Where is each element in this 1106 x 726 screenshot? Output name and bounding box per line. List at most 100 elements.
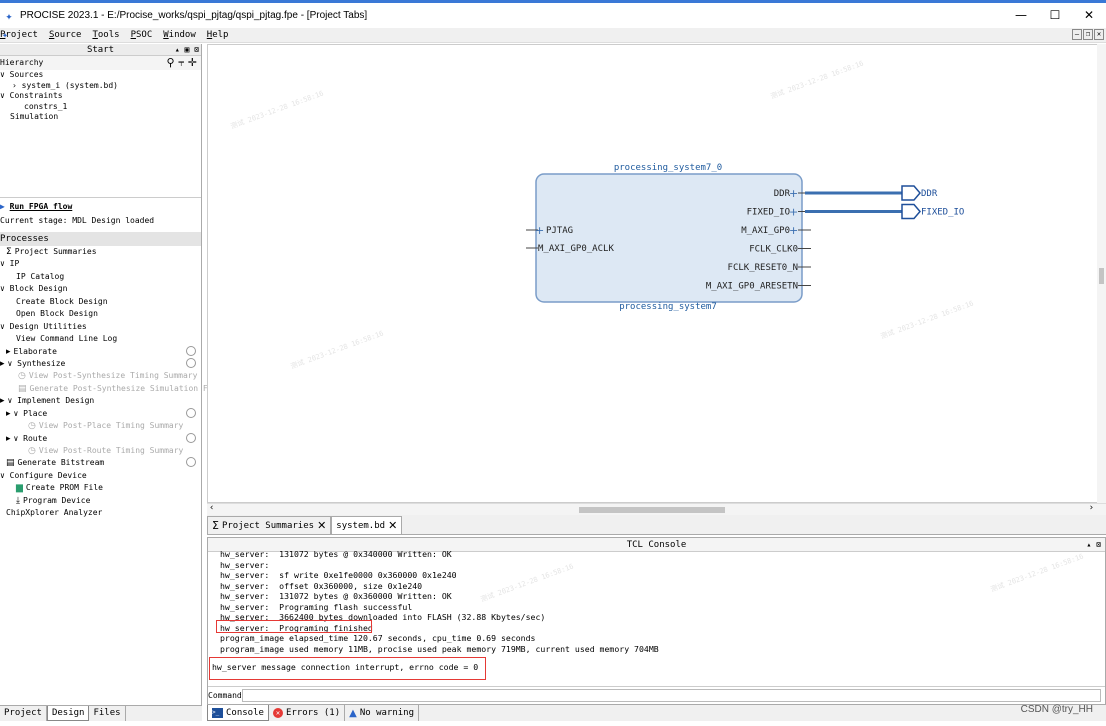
error-icon: ✕: [272, 708, 283, 718]
process-item[interactable]: ▆ Create PROM File: [0, 482, 201, 494]
process-item[interactable]: ◷ View Post-Synthesize Timing Summary: [0, 370, 201, 382]
process-item[interactable]: ▸ ∨ Synthesize: [0, 357, 201, 370]
scroll-right-icon[interactable]: ›: [1089, 503, 1094, 513]
clock-icon: ◷: [18, 371, 26, 382]
window-title: PROCISE 2023.1 - E:/Procise_works/qspi_p…: [20, 10, 368, 21]
status-circle-icon: [186, 432, 196, 443]
process-item[interactable]: ▸ ∨ Implement Design: [0, 395, 201, 407]
processes-tree: Σ Project Summaries ∨ IP IP Catalog ∨ Block …: [0, 246, 222, 520]
console-controls-icon[interactable]: ▴ ⊠: [1087, 538, 1101, 552]
minimize-button[interactable]: —: [1004, 3, 1038, 28]
tab-console[interactable]: >_ Console: [207, 705, 269, 721]
tab-files[interactable]: Files: [89, 706, 126, 721]
mdi-minimize-button[interactable]: –: [1072, 29, 1082, 40]
process-item[interactable]: Σ Project Summaries: [0, 246, 201, 258]
run-fpga-flow-label: Run FPGA flow: [9, 202, 73, 211]
processes-header: Processes: [0, 232, 201, 246]
menu-source[interactable]: Source: [49, 30, 82, 40]
block-subtitle: processing_system7: [619, 302, 717, 312]
play-icon: ▶: [0, 202, 5, 211]
menu-psoc[interactable]: PSOC: [131, 30, 153, 40]
pane-controls-icon[interactable]: ▴ ▣ ⊠: [175, 44, 199, 56]
procise-logo-icon: ✦: [5, 8, 13, 23]
port-label: FIXED_IO: [747, 208, 790, 218]
command-input[interactable]: [242, 689, 1101, 702]
run-icon: ▸: [6, 346, 11, 357]
close-button[interactable]: ✕: [1072, 3, 1106, 28]
left-pane-tabs: Project Design Files: [0, 705, 202, 721]
mdi-restore-button[interactable]: ❐: [1083, 29, 1093, 40]
canvas-vertical-scrollbar[interactable]: [1097, 44, 1106, 503]
tab-design[interactable]: Design: [46, 706, 90, 721]
tab-project-summaries[interactable]: Σ Project Summaries ✕: [207, 516, 332, 534]
port-label: FCLK_CLK0: [749, 245, 798, 255]
canvas-horizontal-scrollbar[interactable]: ‹ ›: [207, 503, 1106, 515]
warning-icon: ▲: [349, 707, 357, 719]
external-port-icon[interactable]: [901, 203, 921, 220]
run-fpga-flow[interactable]: ▶ Run FPGA flow: [0, 200, 201, 214]
tree-item[interactable]: › system_i (system.bd): [0, 81, 201, 92]
process-item[interactable]: Create Block Design: [0, 296, 201, 308]
scroll-thumb[interactable]: [579, 507, 725, 513]
process-item[interactable]: ◷ View Post-Place Timing Summary: [0, 420, 201, 432]
menu-window[interactable]: Window: [163, 30, 196, 40]
mdi-close-button[interactable]: ✕: [1094, 29, 1104, 40]
tab-errors-label: Errors (1): [285, 708, 341, 718]
process-item[interactable]: ▸ Elaborate: [0, 345, 201, 358]
tree-item[interactable]: Simulation: [0, 112, 201, 123]
block-title: processing_system7_0: [614, 163, 722, 173]
tab-errors[interactable]: ✕ Errors (1): [269, 705, 346, 721]
run-icon: ▸: [0, 396, 5, 407]
process-item[interactable]: Open Block Design: [0, 308, 201, 320]
title-bar: ✦ PROCISE 2023.1 - E:/Procise_works/qspi…: [0, 0, 1106, 28]
process-item[interactable]: ∨ IP: [0, 258, 201, 270]
console-line: hw_server: 131072 bytes @ 0x360000 Writt…: [220, 591, 452, 601]
scroll-left-icon[interactable]: ‹: [209, 503, 214, 513]
menu-tools[interactable]: Tools: [92, 30, 119, 40]
process-item[interactable]: View Command Line Log: [0, 333, 201, 345]
run-icon: ▸: [6, 433, 11, 444]
process-item[interactable]: IP Catalog: [0, 271, 201, 283]
process-item[interactable]: ▸ ∨ Place: [0, 407, 201, 420]
tab-console-label: Console: [226, 707, 264, 718]
tab-warnings[interactable]: ▲ No warning: [345, 705, 420, 721]
status-circle-icon: [186, 357, 196, 368]
close-tab-icon[interactable]: ✕: [317, 519, 326, 532]
external-port-icon[interactable]: [901, 185, 921, 201]
close-tab-icon[interactable]: ✕: [388, 519, 397, 532]
process-label: ∨ IP: [0, 259, 20, 269]
process-item[interactable]: ∨ Design Utilities: [0, 321, 201, 333]
app-menu-icon[interactable]: ✦: [2, 30, 8, 41]
tree-item[interactable]: ∨ Sources: [0, 70, 201, 81]
plus-icon[interactable]: +: [535, 224, 544, 237]
process-item[interactable]: ∨ Block Design: [0, 283, 201, 295]
download-icon: ⤓: [16, 495, 20, 506]
tab-system-bd[interactable]: system.bd ✕: [331, 516, 403, 534]
process-item[interactable]: ▤ Generate Post-Synthesize Simulation Fil…: [0, 383, 222, 395]
plus-icon[interactable]: +: [789, 224, 798, 237]
tab-project[interactable]: Project: [0, 706, 47, 721]
hierarchy-tool-icons[interactable]: ⚲ ⫧ ✛: [167, 56, 197, 70]
process-label: View Post-Place Timing Summary: [38, 421, 184, 431]
console-line: hw_server:: [220, 559, 270, 570]
tree-item[interactable]: constrs_1: [0, 102, 201, 113]
tree-item[interactable]: ∨ Constraints: [0, 91, 201, 102]
menu-help[interactable]: Help: [207, 30, 229, 40]
plus-icon[interactable]: +: [789, 187, 798, 200]
process-item[interactable]: ChipXplorer Analyzer: [0, 507, 201, 519]
process-item[interactable]: ⤓ Program Device: [0, 495, 201, 507]
process-item[interactable]: ▤ Generate Bitstream: [0, 457, 201, 469]
process-item[interactable]: ▸ ∨ Route: [0, 432, 201, 445]
port-label: M_AXI_GP0: [741, 226, 790, 236]
tab-project-summaries-label: Project Summaries: [221, 520, 315, 531]
process-label: Generate Post-Synthesize Simulation File: [29, 383, 223, 393]
process-label: Elaborate: [13, 346, 57, 356]
process-item[interactable]: ◷ View Post-Route Timing Summary: [0, 445, 201, 457]
vscroll-thumb[interactable]: [1099, 268, 1104, 284]
maximize-button[interactable]: ☐: [1038, 3, 1072, 28]
process-item[interactable]: ∨ Configure Device: [0, 470, 201, 482]
plus-icon[interactable]: +: [789, 206, 798, 219]
diagram-svg: processing_system7_0 processing_system7 …: [526, 163, 964, 312]
process-label: ∨ Configure Device: [0, 470, 87, 480]
block-design-canvas[interactable]: 测试 2023-12-28 16:58:16 测试 2023-12-28 16:…: [207, 44, 1106, 503]
